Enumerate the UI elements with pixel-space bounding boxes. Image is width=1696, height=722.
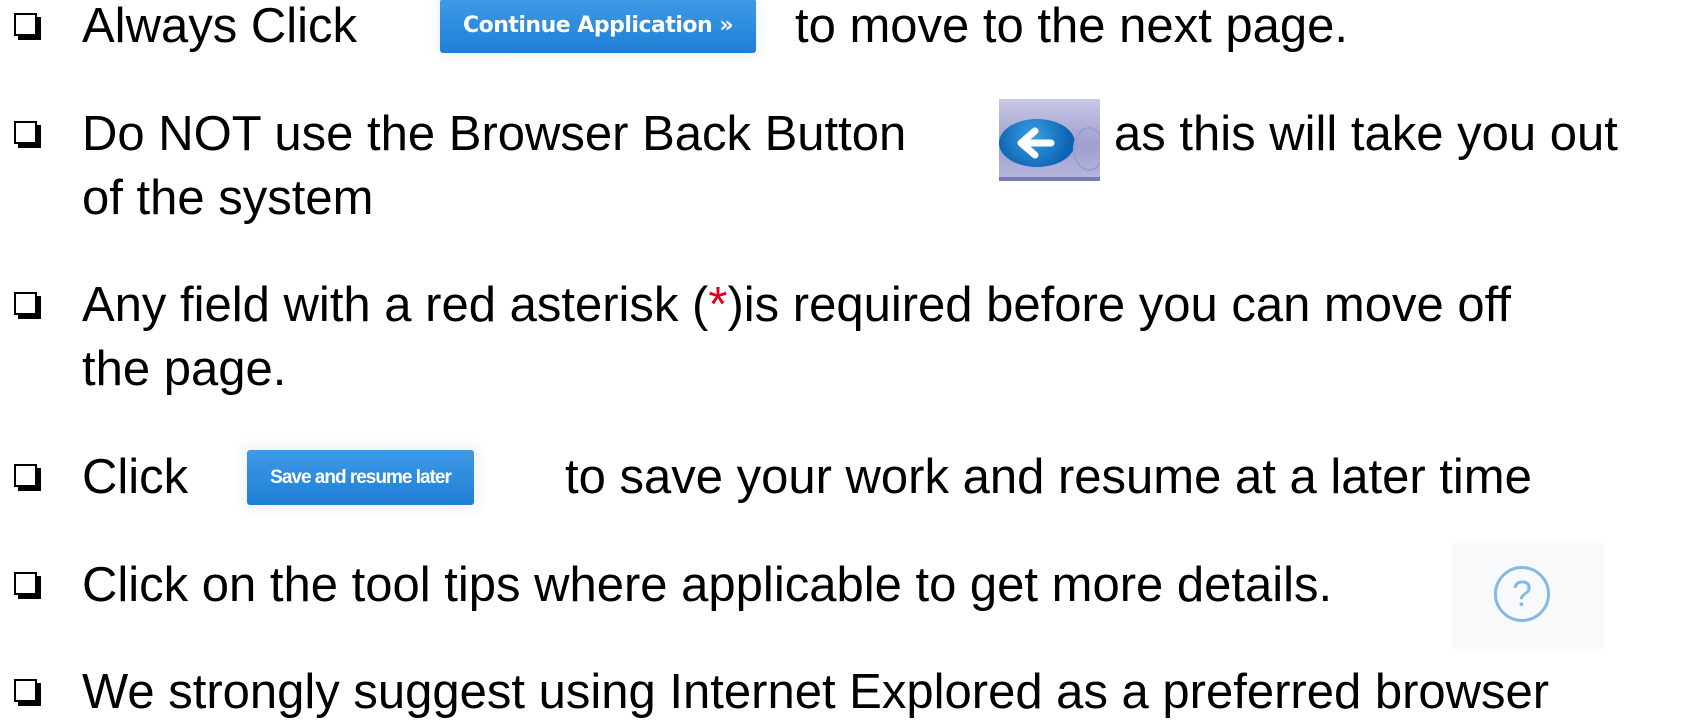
left-arrow-icon (1017, 127, 1055, 159)
help-icon-glyph: ? (1494, 566, 1550, 622)
instructions-slide: Always Click Continue Application » to m… (0, 0, 1696, 719)
bullet-required-line1: Any field with a red asterisk (*)is requ… (82, 276, 1511, 335)
bullet-back-line2: of the system (82, 171, 374, 225)
checkbox-bullet-icon (14, 679, 37, 702)
bullet-required-before: Any field with a red asterisk ( (82, 278, 709, 332)
browser-back-arrow-icon (999, 99, 1100, 181)
checkbox-bullet-icon (14, 121, 37, 144)
checkbox-bullet-icon (14, 464, 37, 487)
checkbox-bullet-icon (14, 572, 37, 595)
bullet-tooltips-text: Click on the tool tips where applicable … (82, 558, 1333, 612)
continue-application-button[interactable]: Continue Application » (440, 0, 756, 53)
bullet-required-line2: the page. (82, 342, 287, 396)
bullet-save-after: to save your work and resume at a later … (565, 450, 1532, 504)
save-and-resume-later-button[interactable]: Save and resume later (247, 450, 474, 505)
bullet-back-before: Do NOT use the Browser Back Button (82, 107, 907, 161)
bullet-browser-text: We strongly suggest using Internet Explo… (82, 665, 1550, 719)
bullet-required-after: )is required before you can move off (727, 278, 1511, 332)
checkbox-bullet-icon (14, 13, 37, 36)
bullet-save-before: Click (82, 450, 189, 504)
required-asterisk: * (708, 278, 728, 332)
bullet-continue-after: to move to the next page. (795, 0, 1348, 53)
bullet-back-after: as this will take you out (1114, 107, 1618, 161)
checkbox-bullet-icon (14, 292, 37, 315)
question-mark-help-icon[interactable]: ? (1452, 543, 1604, 649)
bullet-continue-before: Always Click (82, 0, 357, 53)
